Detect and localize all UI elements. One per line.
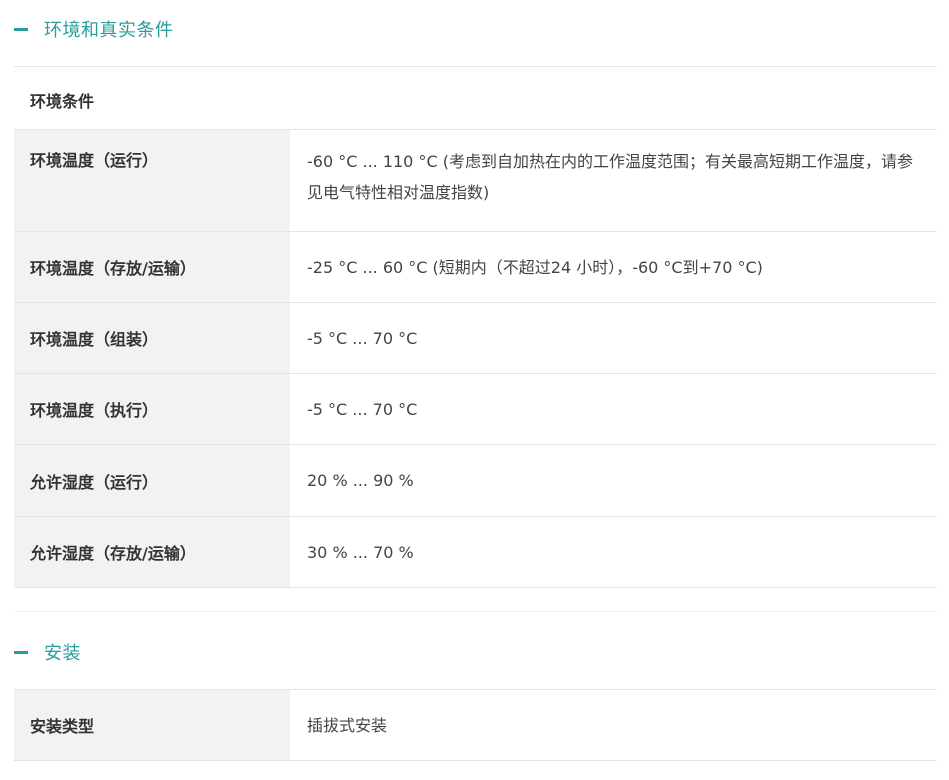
collapse-icon	[14, 650, 28, 654]
table-row: 环境温度（存放/运输） -25 °C ... 60 °C (短期内（不超过24 …	[14, 232, 937, 303]
row-value: -5 °C ... 70 °C	[307, 328, 418, 348]
table-row: 允许湿度（运行） 20 % ... 90 %	[14, 445, 937, 517]
row-label: 允许湿度（存放/运输）	[14, 517, 290, 587]
table-row: 允许湿度（存放/运输） 30 % ... 70 %	[14, 517, 937, 588]
table-row: 环境温度（组装） -5 °C ... 70 °C	[14, 303, 937, 374]
table-row: 环境温度（运行） -60 °C ... 110 °C (考虑到自加热在内的工作温…	[14, 130, 937, 232]
section-title: 环境和真实条件	[44, 20, 174, 41]
section-title: 安装	[44, 643, 81, 664]
row-label: 环境温度（组装）	[14, 303, 290, 373]
row-value: 30 % ... 70 %	[307, 542, 414, 562]
row-value: 插拔式安装	[307, 715, 388, 735]
row-label: 允许湿度（运行）	[14, 445, 290, 516]
section-toggle-environment[interactable]: 环境和真实条件	[14, 14, 937, 44]
row-label: 环境温度（运行）	[14, 130, 290, 231]
table-row: 安装类型 插拔式安装	[14, 690, 937, 761]
section-toggle-installation[interactable]: 安装	[14, 637, 937, 667]
row-value: -60 °C ... 110 °C (考虑到自加热在内的工作温度范围；有关最高短…	[307, 152, 913, 202]
row-value: 20 % ... 90 %	[307, 471, 414, 490]
row-value: -25 °C ... 60 °C (短期内（不超过24 小时），-60 °C到+…	[307, 257, 763, 277]
collapse-icon	[14, 27, 28, 31]
row-label: 环境温度（执行）	[14, 374, 290, 444]
row-label: 环境温度（存放/运输）	[14, 232, 290, 302]
row-value: -5 °C ... 70 °C	[307, 399, 418, 419]
row-label: 安装类型	[14, 690, 290, 760]
group-title: 环境条件	[30, 92, 95, 111]
table-row: 环境温度（执行） -5 °C ... 70 °C	[14, 374, 937, 445]
divider	[14, 611, 937, 612]
divider	[14, 66, 937, 67]
